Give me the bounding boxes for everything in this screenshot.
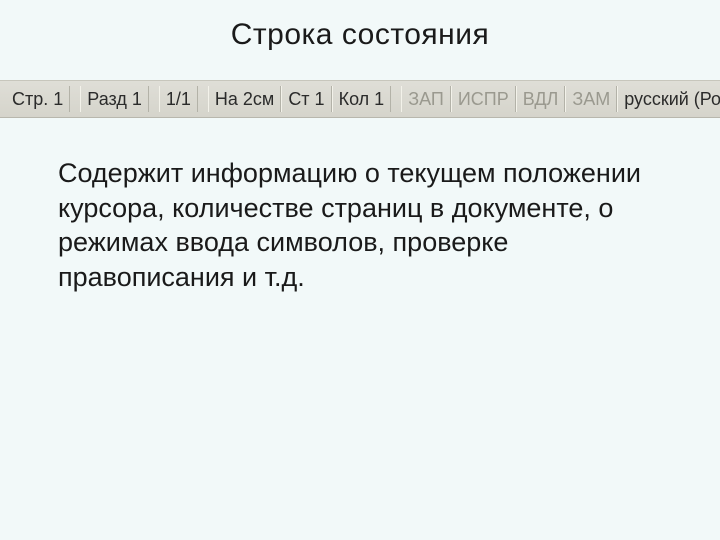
word-statusbar: Стр. 1 Разд 1 1/1 На 2см Ст 1 Кол 1 ЗАП … <box>0 80 720 118</box>
status-ext: ВДЛ <box>516 86 566 112</box>
status-pages: 1/1 <box>159 86 198 112</box>
status-trk: ИСПР <box>451 86 516 112</box>
status-page: Стр. 1 <box>6 86 70 112</box>
status-lang: русский (Ро <box>617 86 720 112</box>
slide-body: Содержит информацию о текущем положении … <box>58 156 662 294</box>
status-line: Ст 1 <box>281 86 331 112</box>
status-rec: ЗАП <box>401 86 451 112</box>
status-section: Разд 1 <box>80 86 149 112</box>
status-col: Кол 1 <box>332 86 392 112</box>
status-at: На 2см <box>208 86 281 112</box>
slide: Строка состояния Стр. 1 Разд 1 1/1 На 2с… <box>0 0 720 540</box>
slide-title: Строка состояния <box>0 0 720 52</box>
statusbar-image: Стр. 1 Разд 1 1/1 На 2см Ст 1 Кол 1 ЗАП … <box>0 80 720 118</box>
status-ovr: ЗАМ <box>565 86 617 112</box>
